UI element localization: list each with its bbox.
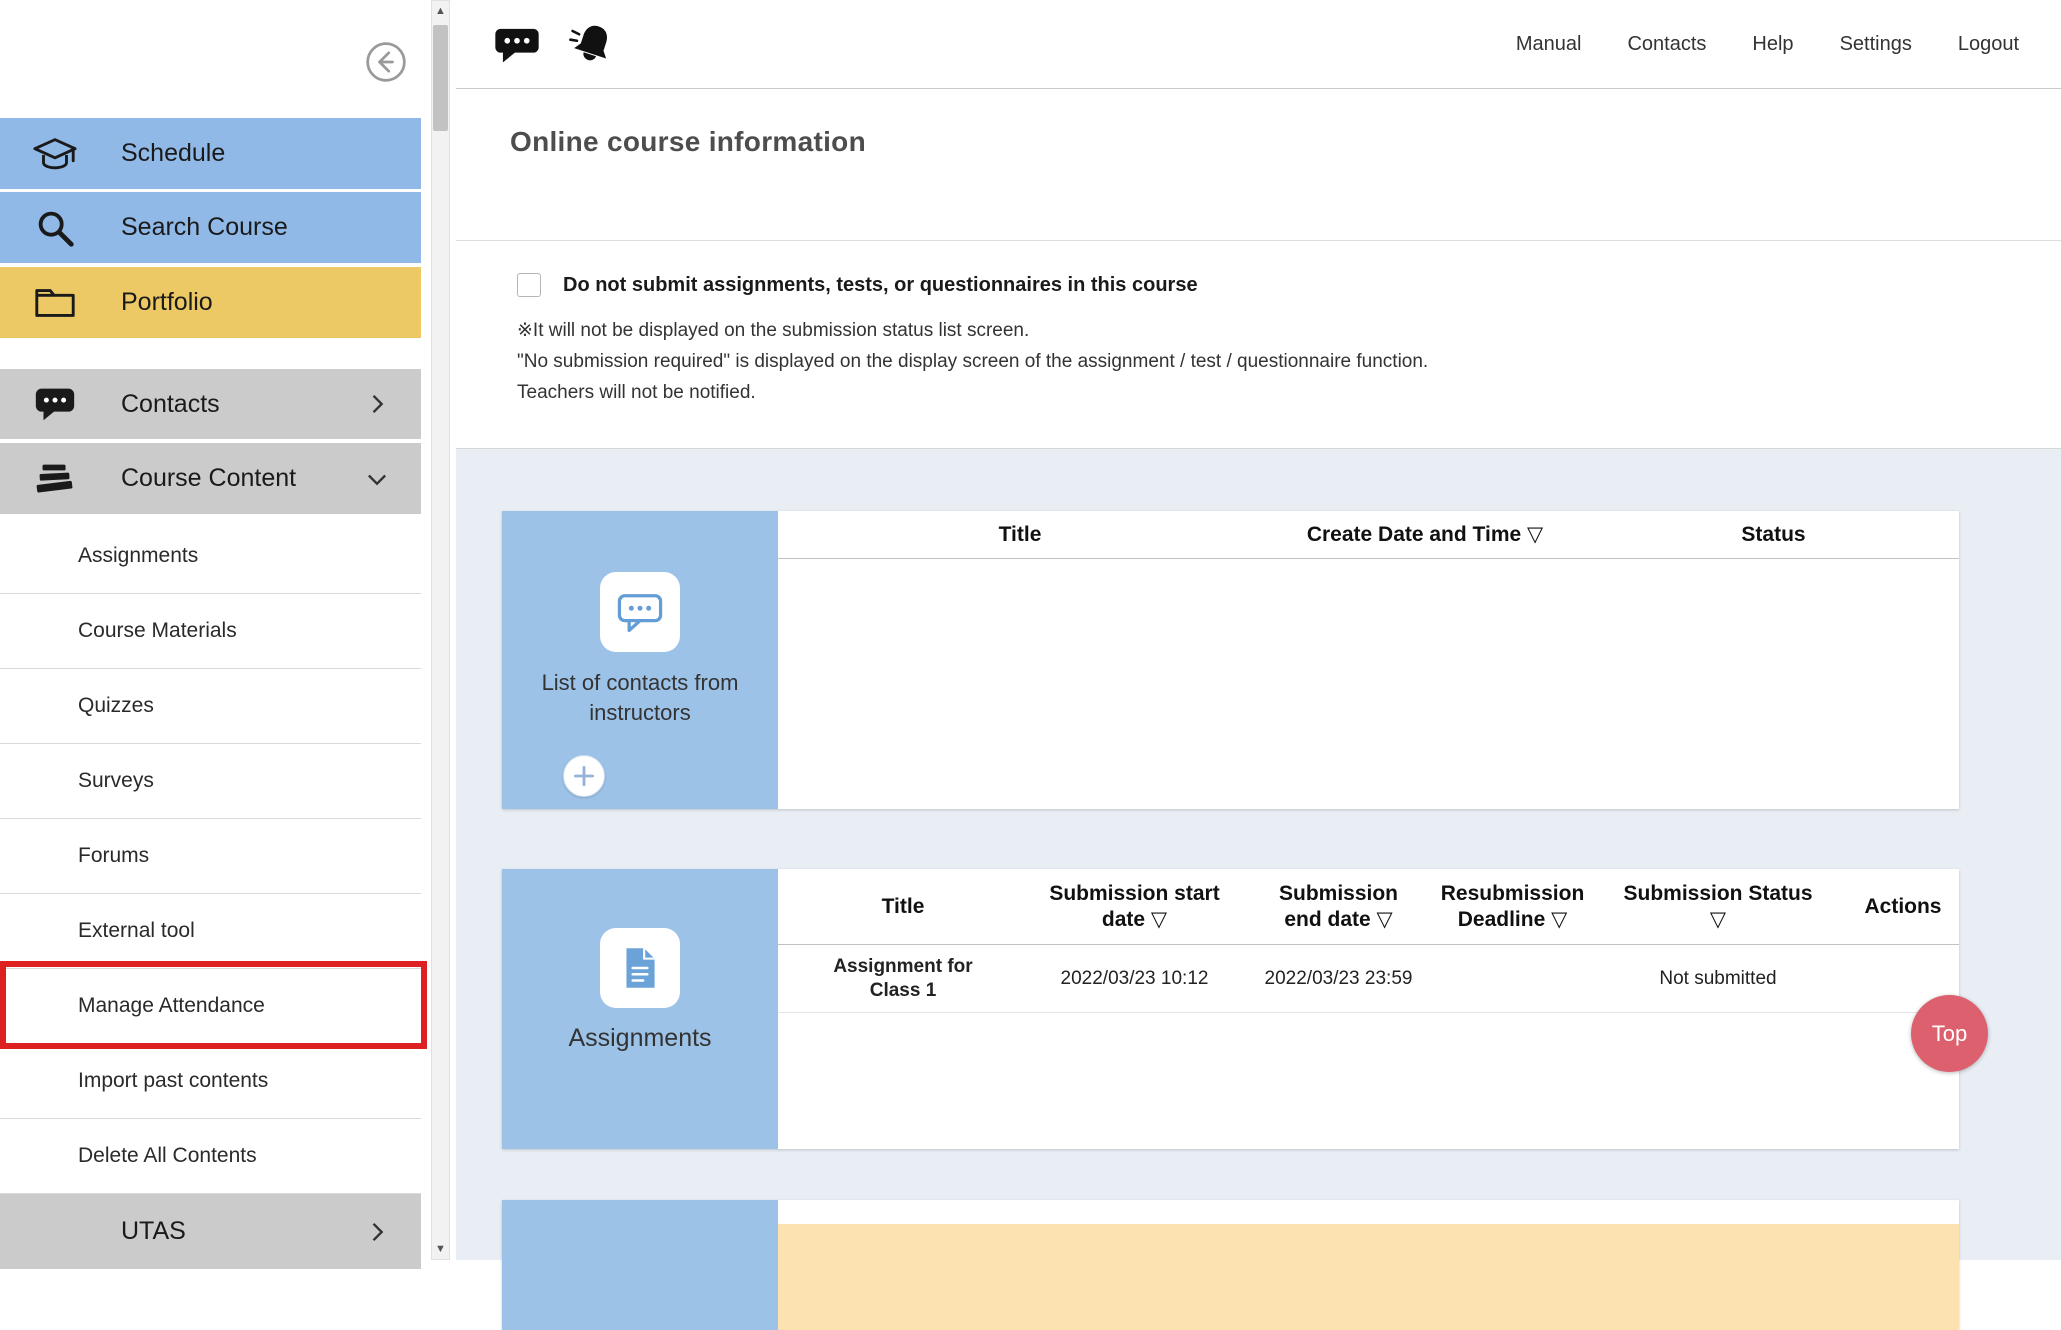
sidebar-item-label: Course Content: [121, 464, 296, 493]
chevron-right-icon: [363, 390, 391, 418]
next-table-partial: [502, 1200, 1959, 1330]
add-contact-button[interactable]: [563, 755, 605, 797]
nav-contacts[interactable]: Contacts: [1627, 33, 1706, 56]
assignment-row[interactable]: Assignment for Class 1 2022/03/23 10:12 …: [778, 945, 1959, 1013]
nav-settings[interactable]: Settings: [1840, 33, 1912, 56]
sidebar-item-surveys[interactable]: Surveys: [0, 744, 421, 819]
sidebar-item-contacts[interactable]: Contacts: [0, 369, 421, 439]
column-header-submission-start-sort[interactable]: Submission start date ▽: [1028, 869, 1241, 944]
graduation-cap-icon: [32, 131, 78, 177]
sidebar-spacer: [0, 341, 421, 369]
contacts-table: List of contacts from instructors Title …: [502, 511, 1959, 809]
sidebar-header: [0, 0, 421, 118]
sidebar: Schedule Search Course Portfolio Contact…: [0, 0, 421, 1260]
assignments-panel-label: Assignments: [548, 1024, 731, 1053]
scroll-to-top-button[interactable]: Top: [1911, 995, 1988, 1072]
folder-icon: [32, 280, 78, 326]
sidebar-item-external-tool[interactable]: External tool: [0, 894, 421, 969]
messages-icon[interactable]: [491, 18, 543, 70]
topbar: Manual Contacts Help Settings Logout: [456, 0, 2061, 89]
submission-notes: ※It will not be displayed on the submiss…: [517, 315, 2061, 408]
sidebar-collapse-button[interactable]: [364, 40, 408, 84]
column-header-create-date-sort[interactable]: Create Date and Time ▽: [1262, 511, 1588, 558]
sidebar-item-label: Schedule: [121, 139, 225, 168]
note-line: ※It will not be displayed on the submiss…: [517, 315, 2061, 346]
assignment-end-date: 2022/03/23 23:59: [1241, 945, 1436, 1012]
do-not-submit-row: Do not submit assignments, tests, or que…: [517, 273, 2061, 297]
nav-logout[interactable]: Logout: [1958, 33, 2019, 56]
sidebar-item-course-materials[interactable]: Course Materials: [0, 594, 421, 669]
sidebar-item-import-past-contents[interactable]: Import past contents: [0, 1044, 421, 1119]
course-content-submenu: Assignments Course Materials Quizzes Sur…: [0, 519, 421, 1194]
sidebar-item-course-content[interactable]: Course Content: [0, 443, 421, 514]
sidebar-item-search-course[interactable]: Search Course: [0, 192, 421, 263]
column-header-submission-status-sort[interactable]: Submission Status ▽: [1589, 869, 1847, 944]
assignments-table-header: Title Submission start date ▽ Submission…: [778, 869, 1959, 945]
next-table-panel: [502, 1200, 778, 1330]
assignments-table: Assignments Title Submission start date …: [502, 869, 1959, 1149]
nav-help[interactable]: Help: [1752, 33, 1793, 56]
sidebar-item-portfolio[interactable]: Portfolio: [0, 267, 421, 338]
sidebar-item-label: Portfolio: [121, 288, 213, 317]
sidebar-item-manage-attendance[interactable]: Manage Attendance: [0, 969, 421, 1044]
contacts-panel-label: List of contacts from instructors: [502, 668, 778, 728]
do-not-submit-label: Do not submit assignments, tests, or que…: [563, 274, 1198, 297]
assignments-table-grid: Title Submission start date ▽ Submission…: [778, 869, 1959, 1149]
column-header-resubmission-deadline-sort[interactable]: Resubmission Deadline ▽: [1436, 869, 1589, 944]
sidebar-item-quizzes[interactable]: Quizzes: [0, 669, 421, 744]
sidebar-scrollbar[interactable]: ▲ ▼: [431, 0, 450, 1260]
sidebar-item-label: UTAS: [121, 1217, 186, 1246]
search-icon: [32, 205, 78, 251]
next-table-notice-row: [778, 1224, 1959, 1330]
column-header-actions: Actions: [1847, 869, 1959, 944]
do-not-submit-checkbox[interactable]: [517, 273, 541, 297]
page-header: Online course information: [456, 89, 2061, 241]
submission-settings-section: Do not submit assignments, tests, or que…: [456, 241, 2061, 448]
column-header-title: Title: [778, 511, 1262, 558]
topbar-nav: Manual Contacts Help Settings Logout: [1516, 33, 2061, 56]
chat-bubble-icon: [32, 381, 78, 427]
scrollbar-down-arrow[interactable]: ▼: [432, 1239, 449, 1259]
sidebar-item-utas[interactable]: UTAS: [0, 1194, 421, 1269]
sidebar-item-label: Contacts: [121, 390, 220, 419]
contacts-panel: List of contacts from instructors: [502, 511, 778, 809]
note-line: "No submission required" is displayed on…: [517, 346, 2061, 377]
next-table-grid: [778, 1200, 1959, 1330]
plus-icon: [564, 755, 604, 797]
contacts-panel-chat-icon: [600, 572, 680, 652]
column-header-title: Title: [778, 869, 1028, 944]
chevron-right-icon: [363, 1218, 391, 1246]
sidebar-item-schedule[interactable]: Schedule: [0, 118, 421, 189]
scrollbar-thumb[interactable]: [433, 25, 448, 131]
sidebar-item-assignments[interactable]: Assignments: [0, 519, 421, 594]
assignments-panel-document-icon: [600, 928, 680, 1008]
column-header-status: Status: [1588, 511, 1959, 558]
sidebar-item-label: Search Course: [121, 213, 288, 242]
contacts-table-body: [778, 559, 1959, 809]
sidebar-item-forums[interactable]: Forums: [0, 819, 421, 894]
main-content: Manual Contacts Help Settings Logout Onl…: [456, 0, 2061, 1260]
page-title: Online course information: [510, 126, 2061, 158]
nav-manual[interactable]: Manual: [1516, 33, 1582, 56]
assignment-resubmission-deadline: [1436, 945, 1589, 1012]
note-line: Teachers will not be notified.: [517, 377, 2061, 408]
sidebar-item-delete-all-contents[interactable]: Delete All Contents: [0, 1119, 421, 1194]
assignment-submission-status: Not submitted: [1589, 945, 1847, 1012]
column-header-submission-end-sort[interactable]: Submission end date ▽: [1241, 869, 1436, 944]
assignments-table-body: [778, 1013, 1959, 1149]
assignment-title[interactable]: Assignment for Class 1: [778, 945, 1028, 1012]
contacts-table-grid: Title Create Date and Time ▽ Status: [778, 511, 1959, 809]
assignment-start-date: 2022/03/23 10:12: [1028, 945, 1241, 1012]
chevron-down-icon: [363, 465, 391, 493]
assignments-panel: Assignments: [502, 869, 778, 1149]
books-icon: [32, 456, 78, 502]
notifications-bell-icon[interactable]: [565, 18, 617, 70]
back-arrow-icon: [364, 40, 408, 84]
topbar-icons: [456, 18, 617, 70]
contacts-table-header: Title Create Date and Time ▽ Status: [778, 511, 1959, 559]
course-tables-area: List of contacts from instructors Title …: [456, 448, 2061, 1260]
scrollbar-up-arrow[interactable]: ▲: [432, 1, 449, 21]
next-table-header-strip: [778, 1200, 1959, 1224]
